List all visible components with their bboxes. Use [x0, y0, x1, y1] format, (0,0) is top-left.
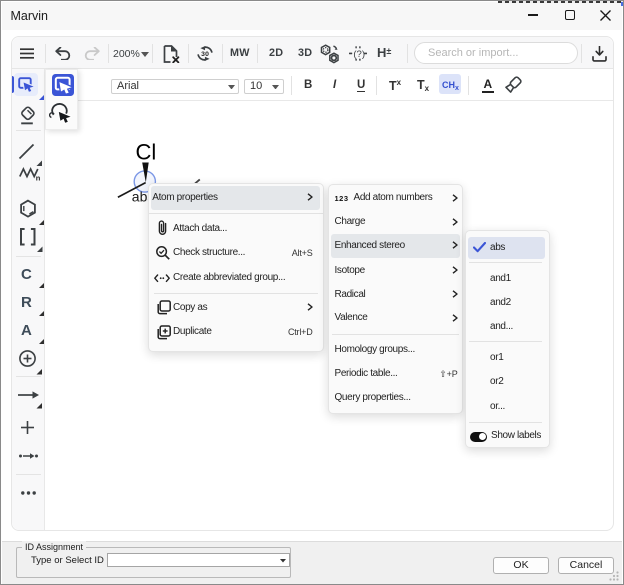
- svg-text:Cl: Cl: [136, 140, 157, 165]
